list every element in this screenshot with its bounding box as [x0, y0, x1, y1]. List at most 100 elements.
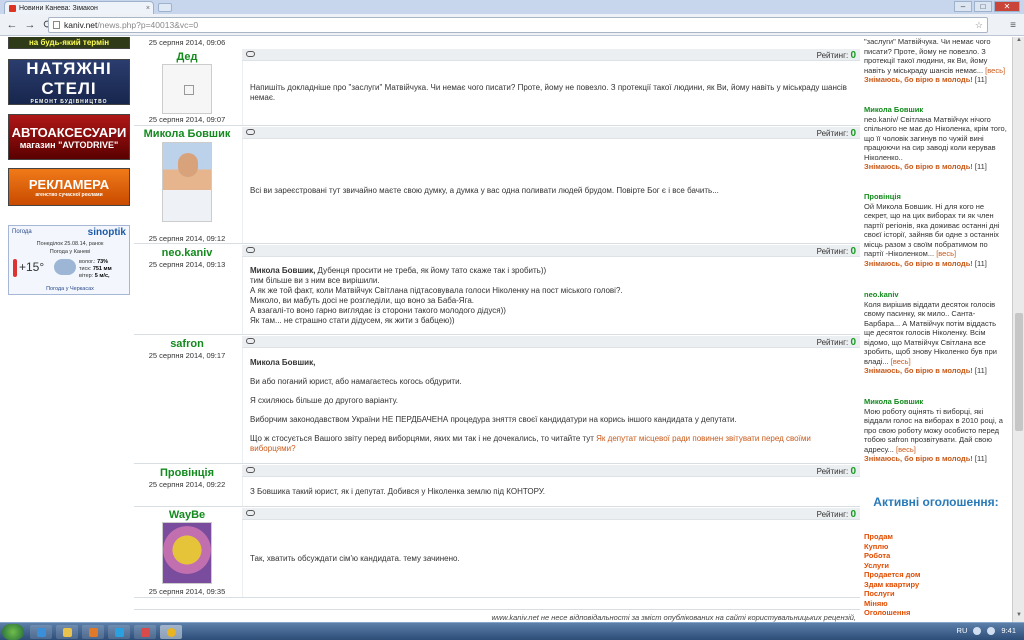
taskbar-explorer-icon[interactable] [56, 625, 78, 639]
taskbar-skype-icon[interactable] [108, 625, 130, 639]
ads-category-link[interactable]: Продам [864, 532, 1008, 542]
minimize-button[interactable]: – [954, 1, 972, 12]
comment-item: neo.kaniv 25 серпня 2014, 09:13 Рейтинг:… [134, 245, 860, 335]
comment-author[interactable]: safron [134, 338, 240, 350]
ads-category-link[interactable]: Здам квартиру [864, 580, 1008, 590]
sidebar-article-link[interactable]: Знімаюсь, бо вірю в молодь! [864, 75, 973, 84]
rating-value[interactable]: 0 [850, 337, 856, 348]
rating-value[interactable]: 0 [850, 50, 856, 61]
scroll-up-icon[interactable]: ▲ [1013, 37, 1024, 47]
comment-link-icon[interactable] [246, 247, 255, 253]
taskbar-apps [30, 625, 182, 639]
ads-category-link[interactable]: Міняю [864, 599, 1008, 609]
taskbar-ie-icon[interactable] [30, 625, 52, 639]
comment-body: Так, хватить обсуждати сім'ю кандидата. … [242, 520, 860, 597]
scroll-down-icon[interactable]: ▼ [1013, 612, 1024, 622]
sidebar-comment: neo.kaniv Коля вирішив віддати десяток г… [864, 290, 1008, 376]
banner-top[interactable]: на будь-який термін [8, 37, 130, 49]
ads-category-list: Продам Куплю Робота Услуги Продается дом… [864, 532, 1008, 618]
sidebar-article-link[interactable]: Знімаюсь, бо вірю в молодь! [864, 454, 973, 463]
comment-link-icon[interactable] [246, 338, 255, 344]
rating-value[interactable]: 0 [850, 466, 856, 477]
sidebar-article-link[interactable]: Знімаюсь, бо вірю в молодь! [864, 162, 973, 171]
comment-link-icon[interactable] [246, 129, 255, 135]
banner-reklamera[interactable]: РЕКЛАМЕРА агенство сучасної реклами [8, 168, 130, 206]
comment-author[interactable]: Микола Бовшик [134, 128, 240, 140]
bookmark-star-icon[interactable]: ☆ [975, 20, 983, 31]
close-window-button[interactable]: ✕ [994, 1, 1020, 12]
sidebar-author[interactable]: Микола Бовшик [864, 105, 1008, 115]
wind-label: вітер: [79, 273, 94, 279]
comment-rating: Рейтинг: 0 [817, 246, 856, 257]
ads-category-link[interactable]: Услуги [864, 561, 1008, 571]
comment-item: Микола Бовшик 25 серпня 2014, 09:12 Рейт… [134, 127, 860, 244]
weather-city-link[interactable]: Погода у Каневі [9, 249, 131, 255]
sidebar-count: [11] [974, 366, 987, 375]
tab-title: Новини Канева: Зімакон [19, 4, 98, 12]
ads-category-link[interactable]: Продается дом [864, 570, 1008, 580]
comment-date: 25 серпня 2014, 09:35 [148, 587, 226, 596]
previous-comment-date: 25 серпня 2014, 09:06 [148, 38, 226, 47]
weather-cherkasy-link[interactable]: Погода у Черкасах [9, 286, 131, 292]
ads-category-link[interactable]: Куплю [864, 542, 1008, 552]
comment-rating: Рейтинг: 0 [817, 337, 856, 348]
rating-value[interactable]: 0 [850, 128, 856, 139]
clock[interactable]: 9:41 [1001, 626, 1016, 635]
url-text: kaniv.net/news.php?p=40013&vc=0 [64, 20, 198, 30]
comment-author[interactable]: neo.kaniv [134, 247, 240, 259]
comment-header: Рейтинг: 0 [242, 245, 860, 257]
scrollbar-thumb[interactable] [1015, 313, 1023, 431]
rating-value[interactable]: 0 [850, 509, 856, 520]
taskbar-app-icon[interactable] [134, 625, 156, 639]
browser-menu-icon[interactable]: ≡ [1010, 20, 1016, 31]
back-button[interactable]: ← [6, 19, 18, 31]
address-bar[interactable]: kaniv.net/news.php?p=40013&vc=0 ☆ [48, 17, 988, 33]
sidebar-author[interactable]: neo.kaniv [864, 290, 1008, 300]
sinoptik-logo[interactable]: sinoptik [88, 227, 126, 238]
sidebar-more-link[interactable]: [весь] [936, 249, 956, 258]
sidebar-comment-text: neo.kaniv/ Світлана Матвійчук нічого спі… [864, 114, 1007, 162]
ads-category-link[interactable]: Оголошення [864, 608, 1008, 618]
forward-button[interactable]: → [24, 19, 36, 31]
ads-category-link[interactable]: Робота [864, 551, 1008, 561]
browser-toolbar: ← → ⟳ kaniv.net/news.php?p=40013&vc=0 ☆ … [0, 14, 1024, 36]
active-ads-title: Активні оголошення: [873, 495, 999, 509]
sidebar-author[interactable]: Микола Бовшик [864, 397, 1008, 407]
start-button[interactable] [2, 624, 24, 640]
comment-link-icon[interactable] [246, 510, 255, 516]
sidebar-article-link[interactable]: Знімаюсь, бо вірю в молодь! [864, 259, 973, 268]
sidebar-more-link[interactable]: [весь] [891, 357, 911, 366]
banner-ceilings[interactable]: НАТЯЖНІ СТЕЛІ РЕМОНТ БУДІВНИЦТВО [8, 59, 130, 105]
comment-link-icon[interactable] [246, 467, 255, 473]
comment-author[interactable]: WayBe [134, 509, 240, 521]
tab-close-icon[interactable]: × [146, 5, 153, 12]
sidebar-more-link[interactable]: [весь] [896, 445, 916, 454]
comment-author[interactable]: Провінція [134, 467, 240, 479]
comment-avatar [162, 522, 212, 584]
taskbar-chrome-icon[interactable] [160, 625, 182, 639]
tray-volume-icon[interactable] [987, 626, 996, 635]
maximize-button[interactable]: □ [974, 1, 992, 12]
sidebar-author[interactable]: Провінція [864, 192, 1008, 202]
tray-network-icon[interactable] [973, 626, 982, 635]
comment-date: 25 серпня 2014, 09:13 [148, 260, 226, 269]
sidebar-comment: "заслуги" Матвійчука. Чи немає чого писа… [864, 37, 1008, 85]
browser-tab[interactable]: Новини Канева: Зімакон × [4, 1, 154, 14]
page-scrollbar[interactable]: ▲ ▼ [1012, 37, 1024, 622]
banner-autoaccessories[interactable]: АВТОАКСЕСУАРИ магазин "AVTODRIVE" [8, 114, 130, 160]
language-indicator[interactable]: RU [957, 626, 968, 635]
comment-rating: Рейтинг: 0 [817, 50, 856, 61]
new-tab-button[interactable] [158, 3, 172, 12]
sidebar-article-link[interactable]: Знімаюсь, бо вірю в молодь! [864, 366, 973, 375]
comment-author[interactable]: Дед [134, 51, 240, 63]
comment-date: 25 серпня 2014, 09:12 [148, 234, 226, 243]
pressure-value: 751 мм [92, 266, 112, 272]
taskbar-media-icon[interactable] [82, 625, 104, 639]
comment-link-icon[interactable] [246, 51, 255, 57]
weather-date: Понеділок 25.08.14, ранок [36, 241, 104, 247]
weather-widget[interactable]: Погода sinoptik Понеділок 25.08.14, рано… [8, 225, 130, 295]
rating-value[interactable]: 0 [850, 246, 856, 257]
ads-category-link[interactable]: Послуги [864, 589, 1008, 599]
sidebar-more-link[interactable]: [весь] [985, 66, 1005, 75]
wind-value: 5 м/с, [94, 273, 110, 279]
